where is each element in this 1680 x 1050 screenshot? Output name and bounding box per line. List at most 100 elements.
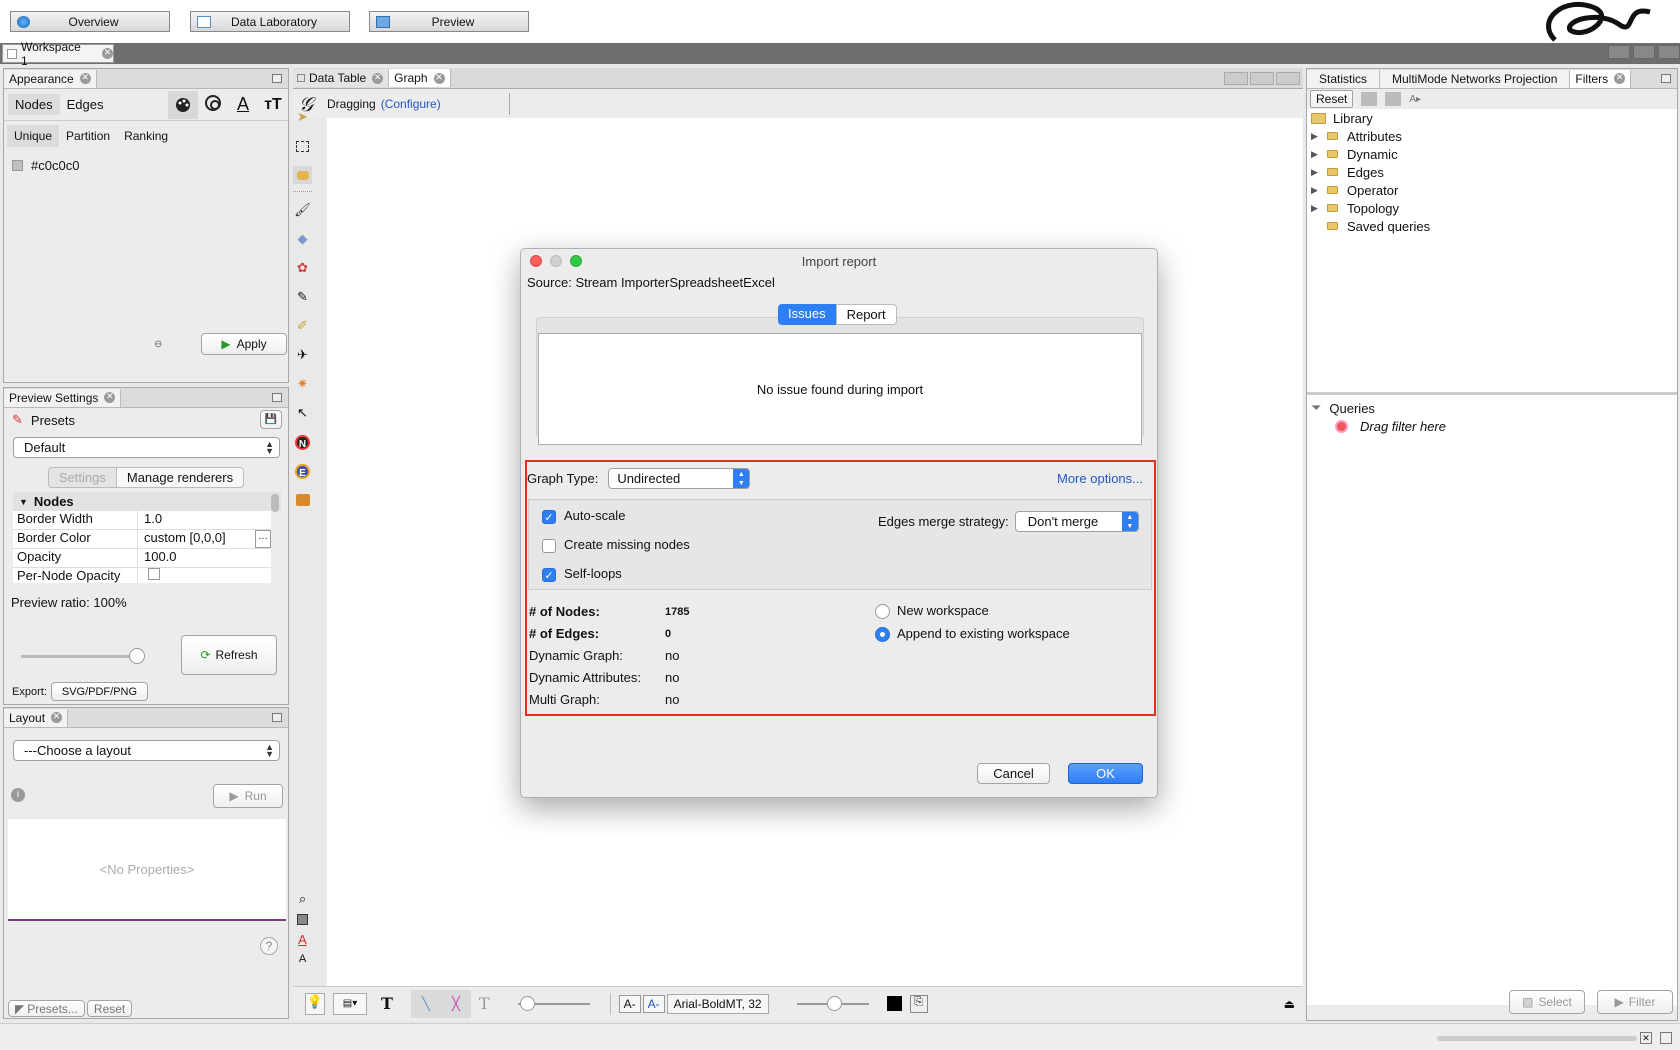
slider-knob[interactable] (129, 648, 145, 664)
list-icon[interactable] (1660, 1032, 1672, 1044)
tab-preview-settings[interactable]: Preview Settings ✕ (4, 388, 122, 407)
overview-button[interactable]: Overview (10, 11, 170, 32)
tree-item-saved-queries[interactable]: Saved queries (1311, 217, 1677, 235)
append-workspace-radio[interactable]: Append to existing workspace (875, 626, 1070, 643)
menu-icon[interactable] (1658, 45, 1680, 59)
create-missing-nodes-checkbox[interactable]: Create missing nodes (542, 537, 690, 553)
preset-select[interactable]: Default ▲ ▼ (13, 437, 280, 458)
cancel-button[interactable]: Cancel (977, 763, 1050, 784)
edge-color-icon[interactable]: ╳ (452, 996, 460, 1012)
property-row[interactable]: Opacity 100.0 (13, 549, 271, 568)
n-icon[interactable]: N (293, 433, 312, 451)
select-button[interactable]: ▧ Select (1509, 990, 1585, 1014)
property-row[interactable]: Border Color custom [0,0,0]… (13, 530, 271, 549)
close-icon[interactable]: ✕ (102, 48, 113, 59)
tab-appearance[interactable]: Appearance ✕ (4, 69, 97, 88)
ellipsis-button[interactable]: … (255, 530, 271, 548)
camera-icon[interactable] (293, 491, 312, 509)
tab-report[interactable]: Report (835, 304, 897, 325)
tree-item-topology[interactable]: ▶ Topology (1311, 199, 1677, 217)
configure-link[interactable]: (Configure) (381, 97, 441, 111)
gear-icon[interactable]: ✷ (293, 375, 312, 393)
zoom-window-icon[interactable] (570, 255, 582, 267)
library-node[interactable]: Library (1311, 109, 1677, 127)
paint-icon[interactable]: ✿ (293, 259, 312, 277)
arrow-right-icon[interactable] (1250, 71, 1274, 85)
dropdown-icon[interactable] (1276, 71, 1300, 85)
property-row[interactable]: Per-Node Opacity (13, 568, 271, 583)
tree-item-operator[interactable]: ▶ Operator (1311, 181, 1677, 199)
minimize-icon[interactable] (1661, 74, 1671, 83)
airplane-icon[interactable]: ✈ (293, 346, 312, 364)
save-icon[interactable] (1385, 92, 1402, 106)
workspace-tab[interactable]: Workspace 1 ✕ (2, 40, 114, 68)
close-icon[interactable]: ✕ (79, 73, 91, 84)
pointer-icon[interactable]: ➤ (293, 108, 312, 126)
font-color-icon[interactable]: A (293, 930, 312, 948)
data-laboratory-button[interactable]: Data Laboratory (190, 11, 350, 32)
section-nodes[interactable]: ▼ Nodes (13, 492, 281, 511)
edge-line-icon[interactable]: ╲ (422, 996, 430, 1012)
tab-unique[interactable]: Unique (7, 125, 60, 147)
unique-color-row[interactable]: #c0c0c0 (4, 151, 288, 179)
tab-graph[interactable]: Graph ✕ (389, 69, 451, 87)
refresh-button[interactable]: ⟳ Refresh (181, 635, 277, 675)
color-swatch-black[interactable] (886, 996, 902, 1011)
property-row[interactable]: Border Width 1.0 (13, 511, 271, 530)
rectangle-select-icon[interactable] (293, 137, 312, 155)
layout-select[interactable]: ---Choose a layout ▲ ▼ (13, 740, 280, 761)
label-size-icon[interactable]: тT (258, 96, 288, 114)
drag-icon[interactable] (293, 166, 312, 184)
font-smaller-icon[interactable]: A- (618, 994, 641, 1013)
ok-button[interactable]: OK (1068, 763, 1143, 784)
tab-settings[interactable]: Settings (47, 467, 117, 488)
label-mode-icon[interactable]: ▤▾ (333, 992, 367, 1015)
save-preset-icon[interactable]: 💾 (260, 410, 282, 429)
tree-item-attributes[interactable]: ▶ Attributes (1311, 127, 1677, 145)
label-color-icon[interactable]: A (228, 94, 258, 115)
presets-button[interactable]: ◤ Presets... (8, 1000, 85, 1017)
arrow-right-icon[interactable] (1633, 45, 1655, 59)
tab-manage-renderers[interactable]: Manage renderers (116, 467, 245, 488)
marker-icon[interactable]: ✐ (293, 317, 312, 335)
tab-filters[interactable]: Filters ✕ (1570, 69, 1632, 88)
tab-nodes[interactable]: Nodes (8, 94, 60, 115)
more-options-link[interactable]: More options... (1057, 471, 1143, 486)
background-color-icon[interactable] (293, 910, 312, 928)
merge-strategy-select[interactable]: Don't merge ▲ ▼ (1014, 511, 1139, 532)
cursor-icon[interactable]: ↖ (293, 404, 312, 422)
info-icon[interactable]: i (11, 788, 25, 802)
preview-ratio-slider[interactable] (21, 648, 145, 664)
tree-item-dynamic[interactable]: ▶ Dynamic (1311, 145, 1677, 163)
size-icon[interactable] (198, 94, 228, 115)
font-size-icon[interactable]: A (293, 950, 312, 968)
export-icon[interactable] (1361, 92, 1378, 106)
close-icon[interactable]: ✕ (51, 712, 63, 723)
run-button[interactable]: ▶ Run (213, 784, 283, 808)
per-node-opacity-checkbox[interactable] (148, 568, 160, 580)
pencil-icon[interactable]: ✎ (293, 288, 312, 306)
arrow-left-icon[interactable] (1224, 71, 1248, 85)
lightbulb-icon[interactable]: 💡 (305, 992, 325, 1015)
collapse-icon[interactable]: ⏏ (1284, 997, 1295, 1011)
tab-statistics[interactable]: Statistics (1307, 69, 1381, 88)
filter-button[interactable]: ▶ Filter (1597, 990, 1673, 1014)
auto-scale-checkbox[interactable]: ✓ Auto-scale (542, 508, 625, 524)
close-icon[interactable]: ✕ (1614, 73, 1626, 84)
minimize-icon[interactable] (272, 74, 282, 83)
close-icon[interactable]: ✕ (1640, 1032, 1652, 1044)
minimize-icon[interactable] (272, 393, 282, 402)
palette-icon[interactable] (168, 90, 198, 119)
link-icon[interactable]: ⊖ (154, 339, 162, 350)
font-size-slider[interactable] (796, 995, 869, 1011)
close-icon[interactable]: ✕ (372, 72, 384, 84)
auto-refresh-icon[interactable]: A▸ (1409, 94, 1421, 105)
export-button[interactable]: SVG/PDF/PNG (50, 682, 149, 701)
close-window-icon[interactable] (530, 255, 542, 267)
tab-ranking[interactable]: Ranking (117, 125, 175, 147)
edge-size-slider[interactable] (517, 995, 590, 1011)
color-swatch[interactable] (12, 159, 23, 171)
diamond-icon[interactable]: ◆ (293, 230, 312, 248)
tab-issues[interactable]: Issues (778, 304, 836, 325)
minimize-window-icon[interactable] (550, 255, 562, 267)
